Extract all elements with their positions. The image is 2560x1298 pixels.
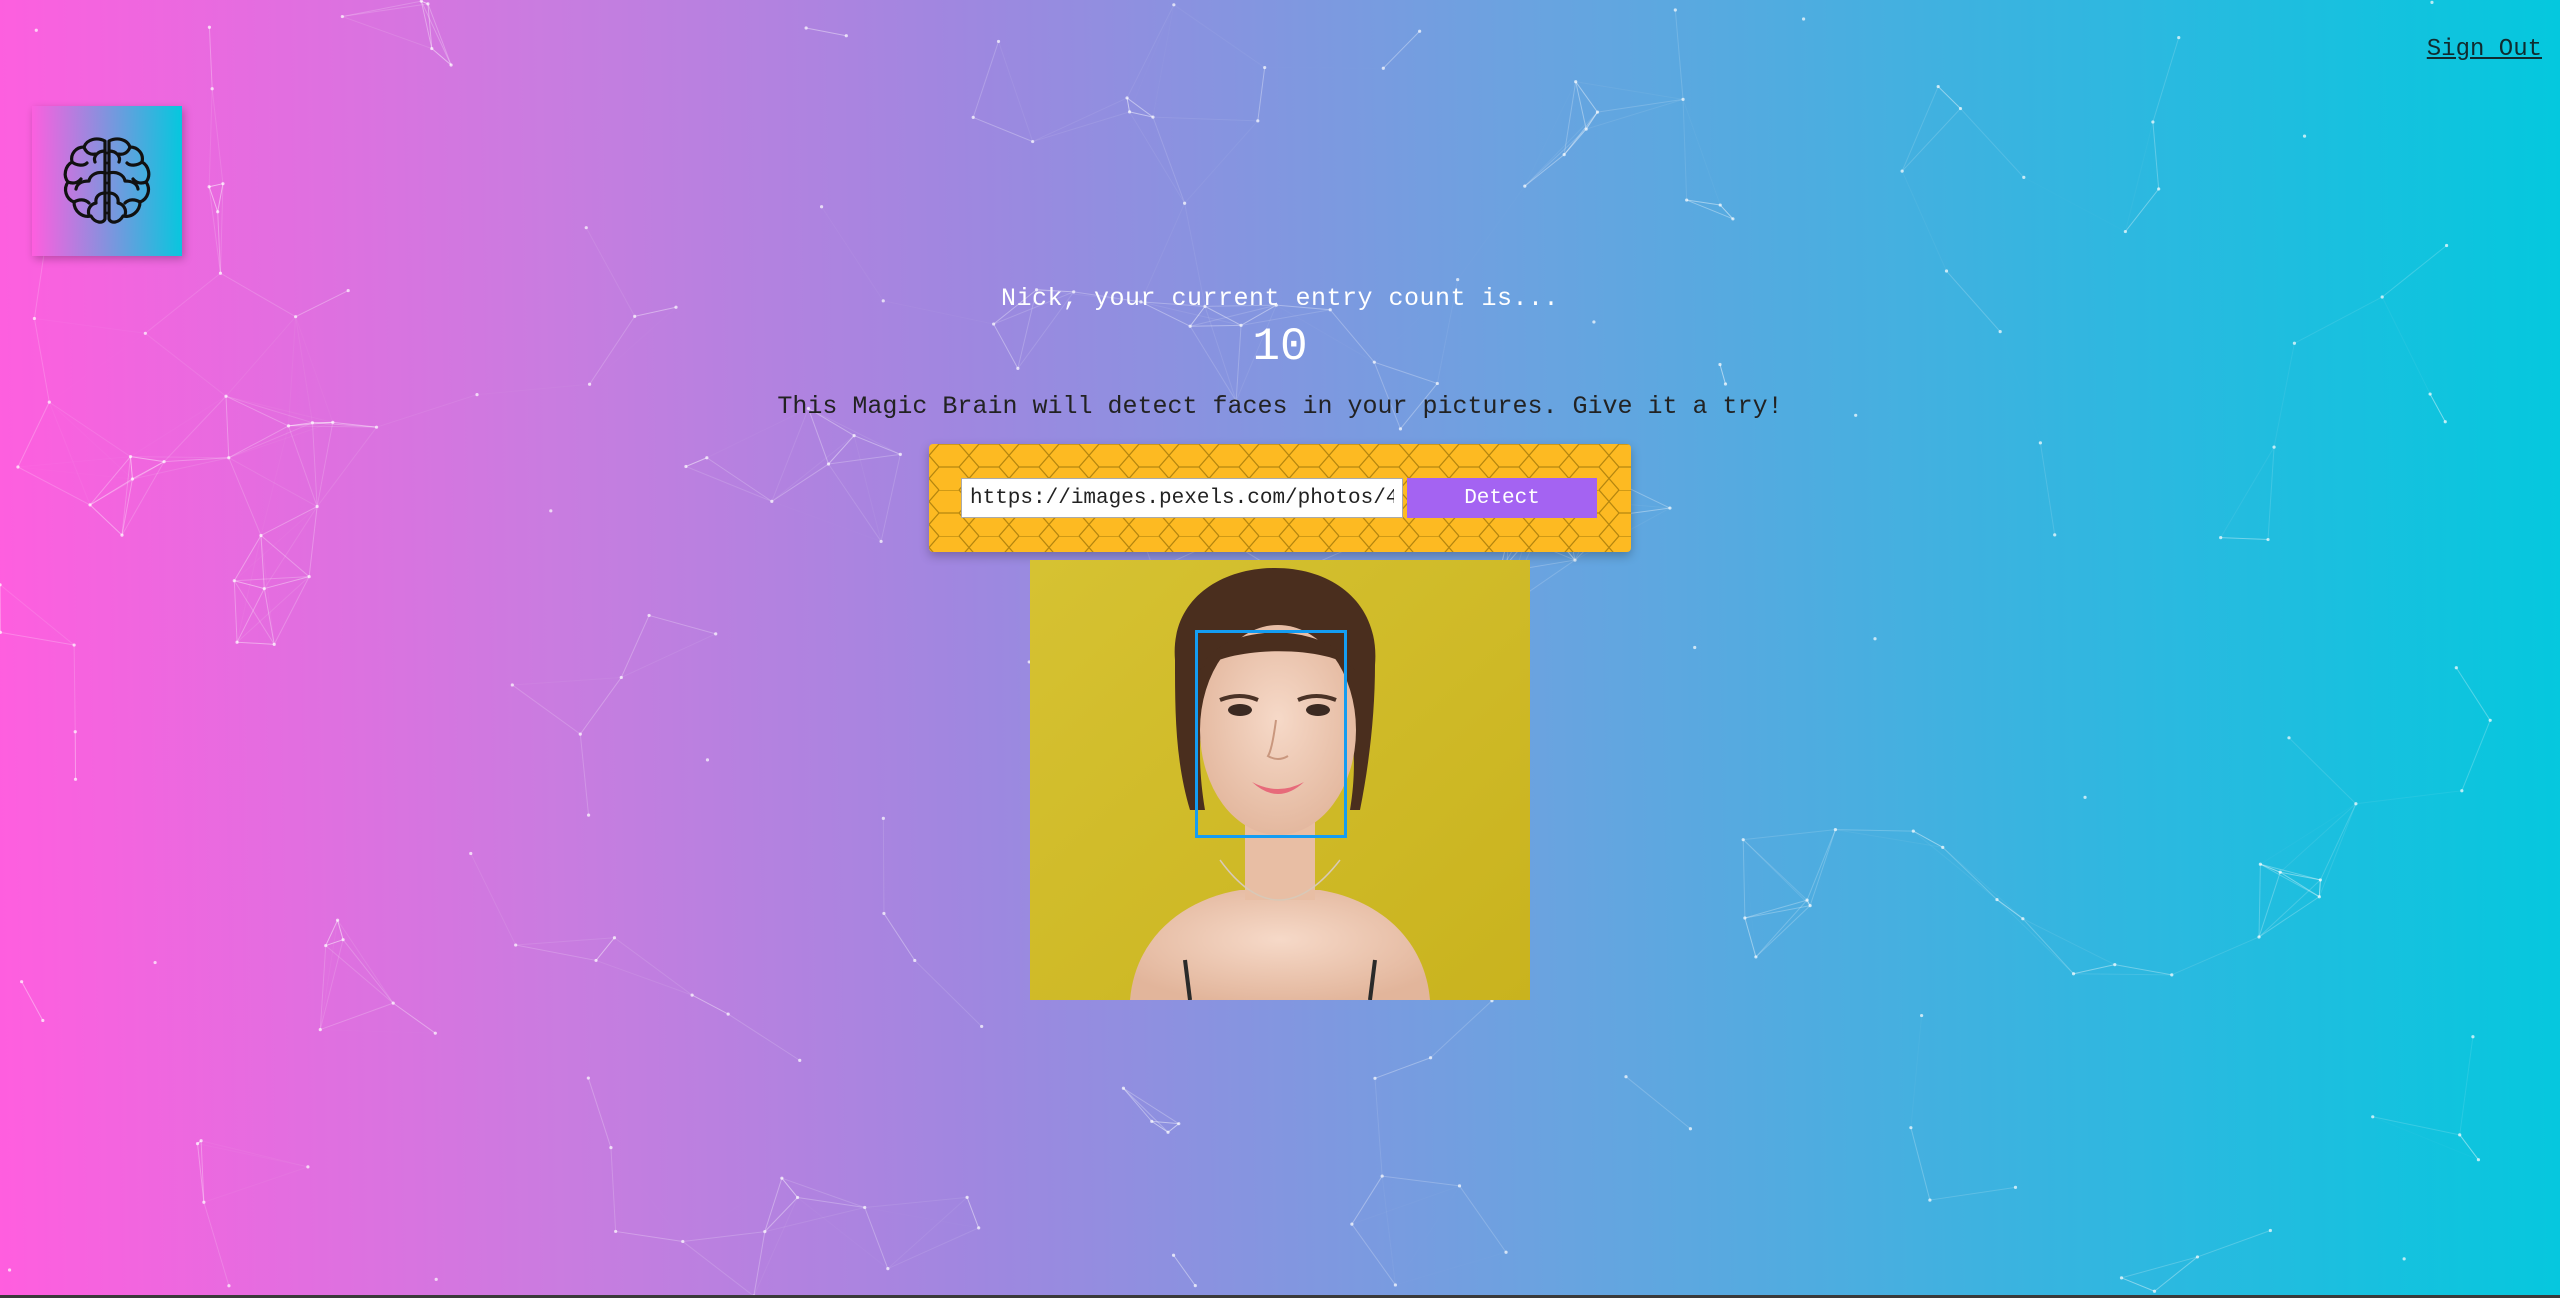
face-bounding-box — [1195, 630, 1347, 838]
entry-count-section: Nick, your current entry count is... 10 — [0, 284, 2560, 373]
image-link-form: Detect — [929, 444, 1631, 552]
brain-icon — [63, 137, 151, 224]
entry-count-value: 10 — [1252, 321, 1308, 373]
detect-button[interactable]: Detect — [1407, 478, 1597, 518]
logo[interactable] — [32, 106, 182, 256]
image-url-input[interactable] — [961, 478, 1403, 518]
entry-count-label: Nick, your current entry count is... — [1000, 284, 1560, 313]
intro-text: This Magic Brain will detect faces in yo… — [777, 392, 1783, 421]
sign-out-link[interactable]: Sign Out — [2427, 36, 2542, 63]
input-image — [1030, 560, 1530, 1000]
